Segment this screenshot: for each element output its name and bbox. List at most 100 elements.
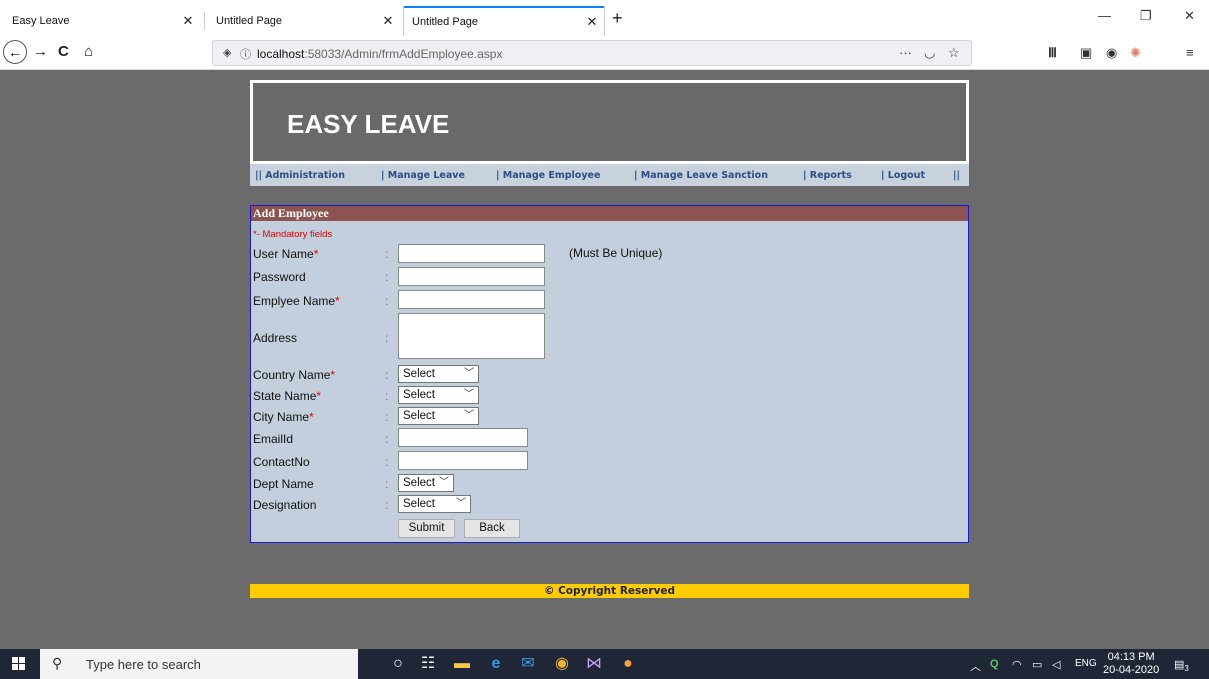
taskbar-search-box[interactable]: ⚲ Type here to search xyxy=(40,649,358,679)
site-title: EASY LEAVE xyxy=(287,109,450,139)
employee-name-label-text: Emplyee Name xyxy=(253,294,336,308)
email-label: EmailId xyxy=(253,432,294,446)
search-placeholder: Type here to search xyxy=(86,657,201,672)
qlik-tray-icon[interactable]: Q xyxy=(990,658,999,670)
bookmark-star-icon[interactable]: ☆ xyxy=(948,45,960,61)
tab-separator xyxy=(204,12,205,30)
url-text[interactable]: localhost:58033/Admin/frmAddEmployee.asp… xyxy=(257,47,502,61)
email-input[interactable] xyxy=(398,428,528,447)
password-input[interactable] xyxy=(398,267,545,286)
unique-note: (Must Be Unique) xyxy=(569,246,663,260)
chevron-down-icon: ﹀ xyxy=(464,410,474,421)
show-hidden-icons-icon[interactable]: ︿ xyxy=(970,658,981,674)
pocket-icon[interactable]: ◡ xyxy=(924,45,935,61)
forward-icon[interactable]: → xyxy=(33,43,48,60)
wifi-icon[interactable]: ◠ xyxy=(1012,658,1022,671)
close-window-icon[interactable]: ✕ xyxy=(1184,8,1195,24)
city-selected-value: Select xyxy=(403,410,435,422)
mail-icon[interactable]: ✉ xyxy=(518,654,538,674)
tab-untitled-page-2[interactable]: Untitled Page ✕ xyxy=(404,6,604,36)
username-input[interactable] xyxy=(398,244,545,263)
colon: : xyxy=(385,331,389,345)
clock[interactable]: 04:13 PM 20-04-2020 xyxy=(1103,651,1159,677)
new-tab-icon[interactable]: + xyxy=(612,8,623,29)
employee-name-input[interactable] xyxy=(398,290,545,309)
city-label: City Name* xyxy=(253,410,314,424)
chevron-down-icon: ﹀ xyxy=(456,498,466,509)
designation-select[interactable]: Select ﹀ xyxy=(398,495,471,513)
menu-item-manage-leave-sanction[interactable]: | Manage Leave Sanction xyxy=(634,170,768,181)
task-view-icon[interactable]: ☷ xyxy=(418,654,438,674)
contact-input[interactable] xyxy=(398,451,528,470)
file-explorer-icon[interactable]: ▬ xyxy=(452,654,472,674)
username-label: User Name* xyxy=(253,247,318,261)
menu-item-manage-employee[interactable]: | Manage Employee xyxy=(496,170,600,181)
form-header: Add Employee xyxy=(251,206,968,221)
close-tab-icon[interactable]: ✕ xyxy=(580,14,604,30)
city-select[interactable]: Select ﹀ xyxy=(398,407,479,425)
home-icon[interactable]: ⌂ xyxy=(84,43,93,60)
battery-icon[interactable]: ▭ xyxy=(1032,658,1042,671)
state-select[interactable]: Select ﹀ xyxy=(398,386,479,404)
browser-nav-bar: ← → C ⌂ ◈ ⓘ localhost:58033/Admin/frmAdd… xyxy=(0,36,1209,70)
info-icon[interactable]: ⓘ xyxy=(240,46,251,62)
notifications-icon[interactable]: ▤3 xyxy=(1174,658,1189,673)
minimize-icon[interactable]: — xyxy=(1098,8,1111,23)
dept-select[interactable]: Select ﹀ xyxy=(398,474,454,492)
clock-date: 20-04-2020 xyxy=(1103,664,1160,676)
page: EASY LEAVE || Administration | Manage Le… xyxy=(250,80,969,598)
required-marker: * xyxy=(335,294,340,308)
submit-button[interactable]: Submit xyxy=(398,519,455,538)
reload-icon[interactable]: C xyxy=(58,43,69,60)
back-button[interactable]: Back xyxy=(464,519,520,538)
account-icon[interactable]: ◉ xyxy=(1106,45,1117,61)
state-label-text: State Name xyxy=(253,389,317,403)
menu-item-manage-leave[interactable]: | Manage Leave xyxy=(381,170,465,181)
url-host: localhost xyxy=(257,47,305,61)
tab-title: Untitled Page xyxy=(216,15,283,27)
username-label-text: User Name xyxy=(253,247,314,261)
close-tab-icon[interactable]: ✕ xyxy=(176,13,200,29)
clock-time: 04:13 PM xyxy=(1107,651,1155,663)
windows-start-icon[interactable] xyxy=(12,657,26,671)
menu-end-separator: || xyxy=(953,170,960,181)
colon: : xyxy=(385,270,389,284)
restore-icon[interactable]: ❐ xyxy=(1140,8,1152,24)
library-icon[interactable]: Ⅲ xyxy=(1048,45,1057,61)
edge-icon[interactable]: e xyxy=(486,654,506,674)
more-icon[interactable]: ··· xyxy=(899,45,912,60)
language-indicator[interactable]: ENG xyxy=(1075,658,1097,669)
browser-tab-bar: Easy Leave ✕ Untitled Page ✕ Untitled Pa… xyxy=(0,0,1209,36)
address-label: Address xyxy=(253,331,298,345)
volume-icon[interactable]: ◁ xyxy=(1052,658,1060,671)
tab-easy-leave[interactable]: Easy Leave ✕ xyxy=(4,6,200,36)
colon: : xyxy=(385,247,389,261)
close-tab-icon[interactable]: ✕ xyxy=(376,13,400,29)
back-icon[interactable]: ← xyxy=(3,40,27,64)
colon: : xyxy=(385,498,389,512)
main-menu: || Administration | Manage Leave | Manag… xyxy=(250,164,969,186)
tab-title: Easy Leave xyxy=(12,15,70,27)
windows-taskbar: ⚲ Type here to search ○ ☷ ▬ e ✉ ◉ ⋈ ● ︿ … xyxy=(0,649,1209,679)
firefox-icon[interactable]: ● xyxy=(618,654,638,674)
menu-item-logout[interactable]: | Logout xyxy=(881,170,925,181)
tab-untitled-page-1[interactable]: Untitled Page ✕ xyxy=(208,6,400,36)
colon: : xyxy=(385,294,389,308)
required-marker: * xyxy=(330,368,336,382)
shield-icon[interactable]: ◈ xyxy=(223,46,231,59)
sidebar-icon[interactable]: ▣ xyxy=(1080,45,1092,61)
cortana-icon[interactable]: ○ xyxy=(388,654,408,674)
contact-label: ContactNo xyxy=(253,455,310,469)
chrome-icon[interactable]: ◉ xyxy=(552,654,572,674)
visual-studio-icon[interactable]: ⋈ xyxy=(584,654,604,674)
designation-label: Designation xyxy=(253,498,317,512)
city-label-text: City Name xyxy=(253,410,310,424)
extension-icon[interactable]: ✺ xyxy=(1130,45,1141,61)
colon: : xyxy=(385,455,389,469)
menu-item-reports[interactable]: | Reports xyxy=(803,170,852,181)
country-select[interactable]: Select ﹀ xyxy=(398,365,479,383)
menu-start-separator[interactable]: || Administration xyxy=(255,170,345,181)
address-textarea[interactable] xyxy=(398,313,545,359)
menu-icon[interactable]: ≡ xyxy=(1186,45,1194,60)
address-bar[interactable]: ◈ ⓘ localhost:58033/Admin/frmAddEmployee… xyxy=(212,40,972,66)
